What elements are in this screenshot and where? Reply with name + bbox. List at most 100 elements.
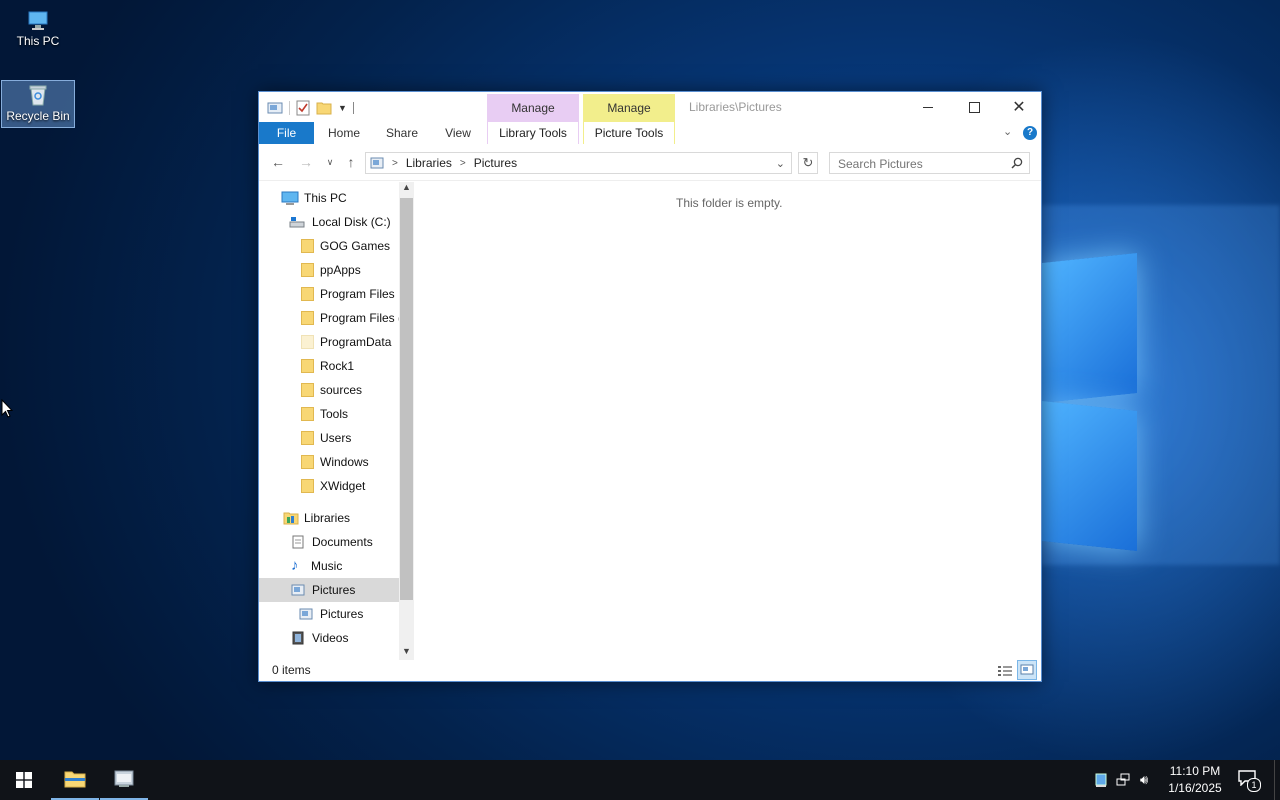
tab-library-tools[interactable]: Library Tools	[487, 122, 579, 144]
item-count: 0 items	[272, 663, 311, 677]
nav-item-label: Documents	[312, 535, 373, 549]
breadcrumb-libraries[interactable]: Libraries	[406, 156, 452, 170]
this-pc-icon	[28, 11, 48, 30]
start-button[interactable]	[0, 760, 48, 800]
folder-icon	[301, 431, 314, 445]
empty-folder-message: This folder is empty.	[676, 196, 783, 210]
scroll-up-icon[interactable]: ▲	[402, 182, 411, 192]
nav-item-pictures-sub[interactable]: Pictures	[299, 602, 363, 626]
address-dropdown-icon[interactable]: ⌄	[776, 157, 785, 170]
taskbar-file-explorer[interactable]	[51, 760, 99, 800]
window-title: Libraries\Pictures	[689, 100, 782, 114]
up-button[interactable]: ↑	[342, 153, 360, 171]
nav-item-pictures[interactable]: Pictures	[259, 578, 399, 602]
volume-icon[interactable]: 🔊︎	[1140, 772, 1148, 788]
nav-item-this-pc[interactable]: This PC	[281, 186, 347, 210]
tray-device-icon[interactable]	[1094, 773, 1108, 787]
recent-locations-button[interactable]: ∨	[321, 153, 339, 171]
nav-item-libraries[interactable]: Libraries	[283, 506, 350, 530]
documents-icon	[292, 535, 304, 549]
nav-item-folder[interactable]: Program Files	[301, 282, 395, 306]
nav-item-folder[interactable]: Program Files (	[301, 306, 399, 330]
navigation-pane-scrollbar[interactable]: ▲ ▼	[399, 182, 414, 660]
nav-item-label: Music	[311, 559, 343, 573]
nav-item-music[interactable]: ♪ Music	[291, 554, 342, 578]
quick-access-toolbar: ▼	[267, 100, 354, 116]
nav-item-folder[interactable]: Tools	[301, 402, 348, 426]
taskbar-app[interactable]	[100, 760, 148, 800]
help-icon[interactable]: ?	[1023, 126, 1037, 140]
status-bar: 0 items	[259, 660, 1041, 681]
forward-button[interactable]: →	[297, 153, 315, 171]
nav-item-folder[interactable]: ppApps	[301, 258, 361, 282]
recycle-bin-icon	[29, 85, 47, 106]
libraries-icon	[283, 512, 299, 525]
nav-item-label: Program Files	[320, 287, 395, 301]
nav-item-folder[interactable]: Users	[301, 426, 351, 450]
nav-item-documents[interactable]: Documents	[291, 530, 373, 554]
navigation-pane[interactable]: This PC Local Disk (C:) GOG Games ppApps…	[259, 182, 399, 660]
qat-dropdown-icon[interactable]: ▼	[338, 103, 347, 113]
desktop-icon-recycle-bin[interactable]: Recycle Bin	[1, 80, 75, 128]
nav-item-folder[interactable]: XWidget	[301, 474, 365, 498]
maximize-button[interactable]	[951, 92, 997, 122]
search-box[interactable]	[829, 152, 1030, 174]
tab-share[interactable]: Share	[377, 122, 427, 144]
nav-item-folder[interactable]: Windows	[301, 450, 369, 474]
action-center-button[interactable]: 1	[1234, 768, 1262, 792]
this-pc-icon	[281, 191, 299, 205]
nav-item-folder[interactable]: Rock1	[301, 354, 354, 378]
tab-file[interactable]: File	[259, 122, 314, 144]
wallpaper-logo-pane	[1042, 401, 1137, 551]
large-icons-view-button[interactable]	[1017, 660, 1037, 680]
forward-arrow-icon: →	[299, 154, 313, 170]
search-input[interactable]	[836, 154, 1010, 174]
address-bar[interactable]: > Libraries > Pictures ⌄	[365, 152, 792, 174]
nav-item-folder[interactable]: GOG Games	[301, 234, 390, 258]
tab-picture-tools[interactable]: Picture Tools	[583, 122, 675, 144]
network-icon[interactable]	[1116, 773, 1132, 787]
folder-icon	[301, 455, 314, 469]
qat-divider	[352, 102, 354, 114]
tab-view[interactable]: View	[433, 122, 483, 144]
scroll-down-icon[interactable]: ▼	[402, 646, 411, 656]
close-button[interactable]: ✕	[996, 92, 1042, 122]
hidden-folder-icon	[301, 335, 314, 349]
back-button[interactable]: ←	[269, 153, 287, 171]
desktop-icon-label: Recycle Bin	[6, 109, 70, 123]
nav-item-folder[interactable]: sources	[301, 378, 362, 402]
refresh-button[interactable]: ↻	[798, 152, 818, 174]
clock-time: 11:10 PM	[1169, 764, 1221, 778]
nav-item-label: This PC	[304, 191, 347, 205]
navigation-bar: ← → ∨ ↑ > Libraries > Pictures ⌄ ↻	[259, 144, 1041, 181]
library-pictures-icon	[370, 157, 384, 169]
clock[interactable]: 11:10 PM 1/16/2025	[1160, 763, 1230, 797]
minimize-button[interactable]	[905, 92, 951, 122]
folder-icon	[301, 263, 314, 277]
system-tray: 🔊︎	[1094, 760, 1158, 800]
large-icons-view-icon	[1020, 664, 1034, 675]
file-explorer-window[interactable]: ▼ Manage Manage Libraries\Pictures ✕ Fil…	[258, 91, 1042, 682]
up-arrow-icon: ↑	[347, 154, 355, 170]
nav-item-label: Pictures	[320, 607, 364, 621]
show-desktop-button[interactable]	[1274, 760, 1280, 800]
nav-item-local-disk[interactable]: Local Disk (C:)	[289, 210, 391, 234]
window-app-icon[interactable]	[267, 101, 283, 115]
expand-ribbon-icon[interactable]: ⌄	[1003, 125, 1012, 138]
nav-item-videos[interactable]: Videos	[291, 626, 348, 650]
details-view-icon[interactable]	[997, 664, 1013, 678]
close-icon: ✕	[1012, 99, 1026, 116]
clock-date: 1/16/2025	[1168, 781, 1222, 795]
properties-icon[interactable]	[296, 100, 310, 116]
pictures-icon	[291, 584, 305, 596]
desktop-icon-this-pc[interactable]: This PC	[2, 4, 74, 54]
title-bar[interactable]: ▼ Manage Manage Libraries\Pictures ✕	[259, 92, 1041, 122]
tab-home[interactable]: Home	[319, 122, 369, 144]
folder-icon	[301, 383, 314, 397]
new-folder-icon[interactable]	[316, 101, 332, 115]
breadcrumb-pictures[interactable]: Pictures	[474, 156, 517, 170]
scrollbar-thumb[interactable]	[400, 198, 413, 600]
file-list-pane[interactable]: This folder is empty.	[414, 182, 1040, 660]
nav-item-folder[interactable]: ProgramData	[301, 330, 391, 354]
context-tab-header-library: Manage	[487, 94, 579, 122]
